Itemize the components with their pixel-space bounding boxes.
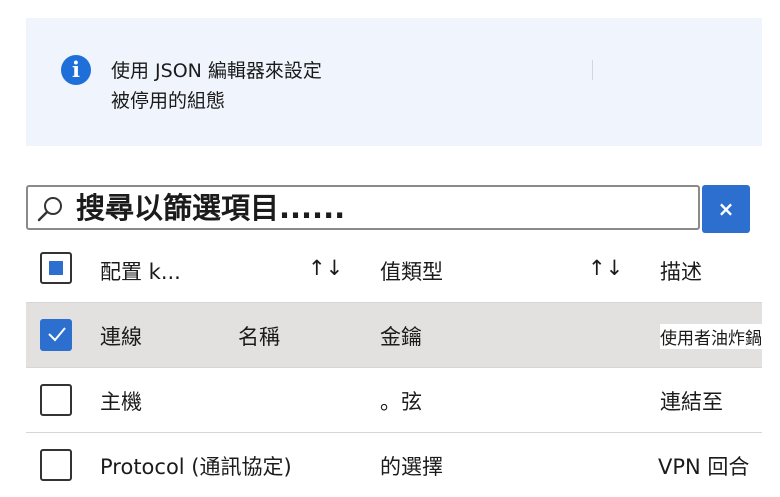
info-banner: i 使用 JSON 編輯器來設定 被停用的組態 bbox=[26, 18, 762, 146]
table-row[interactable]: 連線 名稱 金鑰 使用者油炸鍋 bbox=[26, 303, 762, 368]
row-value-type: 。弦 bbox=[380, 390, 422, 414]
column-header-description[interactable]: 描述 bbox=[660, 256, 702, 286]
clear-search-button[interactable]: × bbox=[702, 185, 750, 233]
search-box[interactable] bbox=[26, 185, 700, 230]
select-all-checkbox[interactable] bbox=[40, 252, 72, 284]
column-header-value-type[interactable]: 值類型 bbox=[380, 256, 443, 286]
info-icon: i bbox=[61, 55, 91, 85]
row-checkbox[interactable] bbox=[40, 449, 72, 481]
row-description: 使用者油炸鍋 bbox=[660, 324, 762, 349]
row-name: 名稱 bbox=[238, 325, 280, 349]
checkmark-icon bbox=[48, 327, 66, 342]
row-value-type: 的選擇 bbox=[380, 455, 443, 479]
banner-divider bbox=[592, 60, 593, 80]
table-row[interactable]: Protocol (通訊協定) 的選擇 VPN 回合 bbox=[26, 433, 762, 497]
row-key: Protocol (通訊協定) bbox=[100, 455, 292, 479]
row-value-type: 金鑰 bbox=[380, 325, 422, 349]
search-input[interactable] bbox=[76, 189, 686, 226]
column-header-key[interactable]: 配置 k... bbox=[100, 256, 181, 286]
row-description: 連結至 bbox=[660, 390, 723, 414]
table-row[interactable]: 主機 。弦 連結至 bbox=[26, 368, 762, 433]
row-key: 連線 bbox=[100, 325, 142, 349]
info-message-line2: 被停用的組態 bbox=[111, 90, 226, 112]
row-description: VPN 回合 bbox=[658, 455, 750, 479]
info-message: 使用 JSON 編輯器來設定 被停用的組態 bbox=[111, 56, 322, 116]
search-icon bbox=[37, 197, 62, 222]
row-key: 主機 bbox=[100, 390, 142, 414]
info-message-line1: 使用 JSON 編輯器來設定 bbox=[111, 60, 322, 82]
table-header: 配置 k... ↑↓ 值類型 ↑↓ 描述 bbox=[26, 240, 762, 302]
row-checkbox[interactable] bbox=[40, 384, 72, 416]
sort-key-icon[interactable]: ↑↓ bbox=[308, 256, 343, 280]
sort-value-type-icon[interactable]: ↑↓ bbox=[588, 256, 623, 280]
row-checkbox[interactable] bbox=[40, 319, 72, 351]
